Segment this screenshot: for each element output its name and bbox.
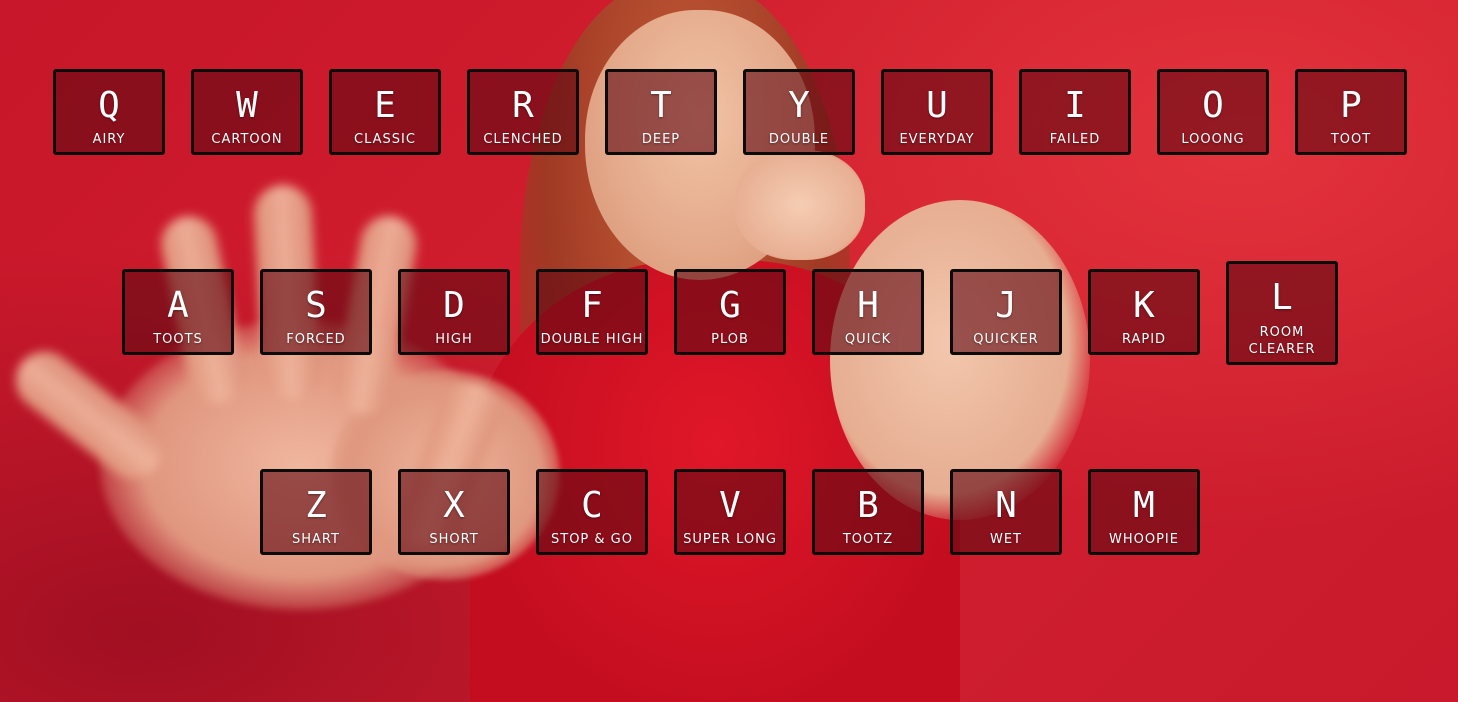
key-sound-label: EVERYDAY xyxy=(899,132,975,147)
key-p[interactable]: P TOOT xyxy=(1295,69,1407,155)
key-letter: X xyxy=(443,485,465,526)
key-letter: Y xyxy=(788,85,810,126)
key-sound-label: FAILED xyxy=(1049,132,1101,147)
key-b[interactable]: B TOOTZ xyxy=(812,469,924,555)
key-letter: C xyxy=(581,485,603,526)
key-z[interactable]: Z SHART xyxy=(260,469,372,555)
key-sound-label: SUPER LONG xyxy=(683,532,777,547)
key-x[interactable]: X SHORT xyxy=(398,469,510,555)
key-s[interactable]: S FORCED xyxy=(260,269,372,355)
key-letter: B xyxy=(857,485,879,526)
key-sound-label: TOOTZ xyxy=(842,532,894,547)
key-j[interactable]: J QUICKER xyxy=(950,269,1062,355)
key-letter: U xyxy=(926,85,948,126)
key-letter: I xyxy=(1064,85,1086,126)
key-sound-label: CARTOON xyxy=(211,132,283,147)
key-u[interactable]: U EVERYDAY xyxy=(881,69,993,155)
key-letter: G xyxy=(719,285,741,326)
key-sound-label: DOUBLE xyxy=(768,132,830,147)
key-sound-label: RAPID xyxy=(1121,332,1167,347)
key-h[interactable]: H QUICK xyxy=(812,269,924,355)
key-sound-label: STOP & GO xyxy=(551,532,633,547)
key-q[interactable]: Q AIRY xyxy=(53,69,165,155)
key-n[interactable]: N WET xyxy=(950,469,1062,555)
key-sound-label: DEEP xyxy=(641,132,681,147)
key-letter: H xyxy=(857,285,879,326)
key-v[interactable]: V SUPER LONG xyxy=(674,469,786,555)
key-w[interactable]: W CARTOON xyxy=(191,69,303,155)
key-letter: E xyxy=(374,85,396,126)
key-c[interactable]: C STOP & GO xyxy=(536,469,648,555)
key-e[interactable]: E CLASSIC xyxy=(329,69,441,155)
fist xyxy=(735,150,865,260)
key-letter: Q xyxy=(98,85,120,126)
key-letter: T xyxy=(650,85,672,126)
key-l[interactable]: L ROOM CLEARER xyxy=(1226,261,1338,365)
key-letter: P xyxy=(1340,85,1362,126)
key-letter: L xyxy=(1271,277,1293,318)
key-sound-label: WET xyxy=(989,532,1022,547)
key-sound-label: ROOM CLEARER xyxy=(1248,325,1316,357)
key-letter: N xyxy=(995,485,1017,526)
key-sound-label: QUICKER xyxy=(973,332,1039,347)
key-f[interactable]: F DOUBLE HIGH xyxy=(536,269,648,355)
key-sound-label: AIRY xyxy=(92,132,126,147)
key-sound-label: TOOT xyxy=(1330,132,1372,147)
key-d[interactable]: D HIGH xyxy=(398,269,510,355)
key-g[interactable]: G PLOB xyxy=(674,269,786,355)
key-letter: D xyxy=(443,285,465,326)
key-sound-label: HIGH xyxy=(435,332,473,347)
key-letter: J xyxy=(995,285,1017,326)
key-sound-label: FORCED xyxy=(286,332,346,347)
key-letter: R xyxy=(512,85,534,126)
key-sound-label: TOOTS xyxy=(153,332,203,347)
key-sound-label: LOOONG xyxy=(1181,132,1245,147)
key-letter: Z xyxy=(305,485,327,526)
key-r[interactable]: R CLENCHED xyxy=(467,69,579,155)
key-o[interactable]: O LOOONG xyxy=(1157,69,1269,155)
key-letter: F xyxy=(581,285,603,326)
key-letter: M xyxy=(1133,485,1155,526)
key-t[interactable]: T DEEP xyxy=(605,69,717,155)
key-letter: O xyxy=(1202,85,1224,126)
key-sound-label: CLASSIC xyxy=(354,132,416,147)
key-sound-label: SHART xyxy=(292,532,340,547)
key-sound-label: QUICK xyxy=(844,332,892,347)
key-sound-label: WHOOPIE xyxy=(1109,532,1179,547)
key-letter: K xyxy=(1133,285,1155,326)
key-letter: W xyxy=(236,85,258,126)
key-k[interactable]: K RAPID xyxy=(1088,269,1200,355)
key-m[interactable]: M WHOOPIE xyxy=(1088,469,1200,555)
key-sound-label: DOUBLE HIGH xyxy=(540,332,644,347)
key-letter: V xyxy=(719,485,741,526)
key-a[interactable]: A TOOTS xyxy=(122,269,234,355)
key-sound-label: SHORT xyxy=(429,532,479,547)
key-letter: A xyxy=(167,285,189,326)
key-i[interactable]: I FAILED xyxy=(1019,69,1131,155)
key-y[interactable]: Y DOUBLE xyxy=(743,69,855,155)
key-sound-label: CLENCHED xyxy=(483,132,563,147)
key-letter: S xyxy=(305,285,327,326)
key-sound-label: PLOB xyxy=(711,332,749,347)
